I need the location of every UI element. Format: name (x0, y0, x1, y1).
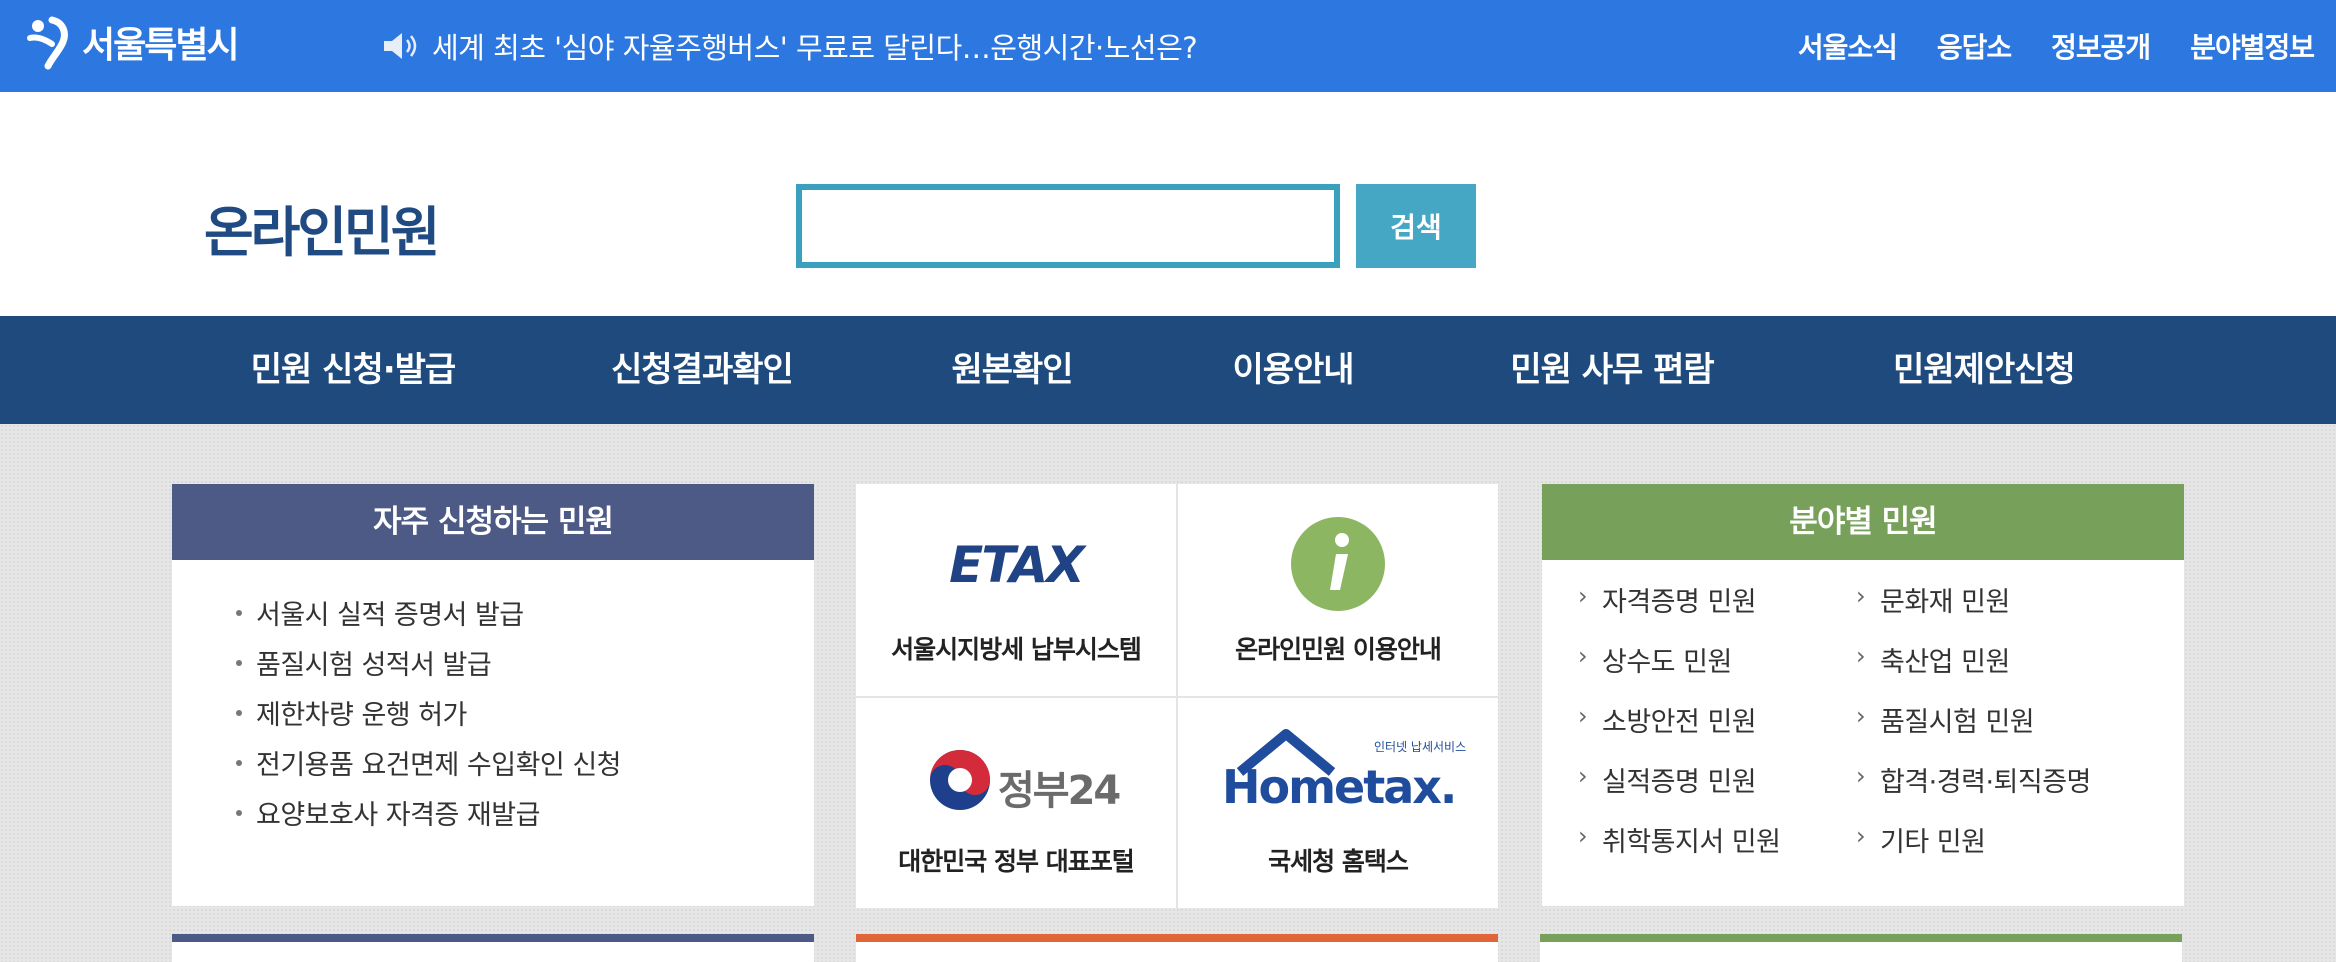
speaker-icon (384, 33, 417, 59)
field-item[interactable]: 실적증명 민원 (1578, 760, 1757, 799)
hometax-logo: Hometax. (1222, 760, 1457, 814)
panel-stripe (856, 934, 1498, 942)
frequent-item[interactable]: 요양보호사 자격증 재발급 (236, 796, 814, 846)
field-item[interactable]: 취학통지서 민원 (1578, 820, 1781, 859)
etax-caption: 서울시지방세 납부시스템 (891, 635, 1142, 664)
main-nav-original-check[interactable]: 원본확인 (951, 316, 1073, 424)
search-button[interactable]: 검색 (1356, 184, 1476, 268)
field-panel: 분야별 민원 자격증명 민원 상수도 민원 소방안전 민원 실적증명 민원 취학… (1542, 484, 2184, 906)
panel-stripe (1540, 934, 2182, 942)
bottom-panel-center (856, 934, 1498, 962)
info-icon (1291, 517, 1385, 611)
frequent-panel: 자주 신청하는 민원 서울시 실적 증명서 발급 품질시험 성적서 발급 제한차… (172, 484, 814, 906)
top-nav-info-disclosure[interactable]: 정보공개 (2051, 26, 2151, 66)
main-nav-result-check[interactable]: 신청결과확인 (611, 316, 794, 424)
field-item[interactable]: 자격증명 민원 (1578, 580, 1757, 619)
bottom-panel-left (172, 934, 814, 962)
gov24-logo: 정부24 (998, 768, 1121, 814)
frequent-panel-title: 자주 신청하는 민원 (172, 484, 814, 560)
main-nav-handbook[interactable]: 민원 사무 편람 (1510, 316, 1714, 424)
field-item[interactable]: 상수도 민원 (1578, 640, 1732, 679)
top-nav-eungdapso[interactable]: 응답소 (1937, 26, 2012, 66)
seoul-logo-icon (27, 16, 68, 70)
frequent-item[interactable]: 전기용품 요건면제 수입확인 신청 (236, 746, 814, 796)
etax-logo: ETAX (949, 536, 1085, 594)
search-input[interactable] (796, 184, 1340, 268)
quick-links-panel: ETAX 서울시지방세 납부시스템 온라인민원 이용안내 정부24 대한민국 정… (856, 484, 1498, 908)
etax-link[interactable]: ETAX 서울시지방세 납부시스템 (856, 484, 1176, 696)
main-nav-apply[interactable]: 민원 신청·발급 (251, 316, 456, 424)
field-item[interactable]: 소방안전 민원 (1578, 700, 1757, 739)
header: 온라인민원 검색 (0, 92, 2336, 316)
field-item[interactable]: 품질시험 민원 (1856, 700, 2035, 739)
field-item[interactable]: 합격·경력·퇴직증명 (1856, 760, 2091, 799)
top-nav-field-info[interactable]: 분야별정보 (2190, 26, 2315, 66)
seoul-logo[interactable]: 서울특별시 (22, 14, 240, 70)
news-ticker[interactable]: 세계 최초 '심야 자율주행버스' 무료로 달린다…운행시간·노선은? (382, 22, 1198, 70)
top-bar: 서울특별시 세계 최초 '심야 자율주행버스' 무료로 달린다…운행시간·노선은… (0, 0, 2336, 92)
online-guide-link[interactable]: 온라인민원 이용안내 (1178, 484, 1498, 696)
page-title[interactable]: 온라인민원 (204, 188, 440, 267)
gov24-link[interactable]: 정부24 대한민국 정부 대표포털 (856, 698, 1176, 910)
frequent-item[interactable]: 서울시 실적 증명서 발급 (236, 596, 814, 646)
main-nav-usage-guide[interactable]: 이용안내 (1232, 316, 1354, 424)
gov24-caption: 대한민국 정부 대표포털 (898, 847, 1134, 876)
hometax-sub: 인터넷 납세서비스 (1374, 740, 1467, 754)
hometax-caption: 국세청 홈택스 (1268, 847, 1409, 876)
field-item[interactable]: 문화재 민원 (1856, 580, 2010, 619)
frequent-item[interactable]: 제한차량 운행 허가 (236, 696, 814, 746)
field-item[interactable]: 기타 민원 (1856, 820, 1986, 859)
bottom-panel-right (1540, 934, 2182, 962)
main-nav: 민원 신청·발급 신청결과확인 원본확인 이용안내 민원 사무 편람 민원제안신… (0, 316, 2336, 424)
content-area: 자주 신청하는 민원 서울시 실적 증명서 발급 품질시험 성적서 발급 제한차… (0, 424, 2336, 962)
hometax-link[interactable]: 인터넷 납세서비스 Hometax. 국세청 홈택스 (1178, 698, 1498, 910)
frequent-item[interactable]: 품질시험 성적서 발급 (236, 646, 814, 696)
logo-text: 서울특별시 (82, 25, 240, 66)
main-nav-proposal[interactable]: 민원제안신청 (1893, 316, 2076, 424)
field-panel-title: 분야별 민원 (1542, 484, 2184, 560)
gov24-emblem-icon (930, 750, 990, 810)
ticker-text: 세계 최초 '심야 자율주행버스' 무료로 달린다…운행시간·노선은? (432, 31, 1198, 65)
field-item[interactable]: 축산업 민원 (1856, 640, 2010, 679)
top-nav: 서울소식 응답소 정보공개 분야별정보 (1798, 22, 2315, 70)
online-guide-caption: 온라인민원 이용안내 (1235, 635, 1442, 664)
frequent-list: 서울시 실적 증명서 발급 품질시험 성적서 발급 제한차량 운행 허가 전기용… (172, 560, 814, 846)
top-nav-seoul-news[interactable]: 서울소식 (1798, 26, 1898, 66)
panel-stripe (172, 934, 814, 942)
